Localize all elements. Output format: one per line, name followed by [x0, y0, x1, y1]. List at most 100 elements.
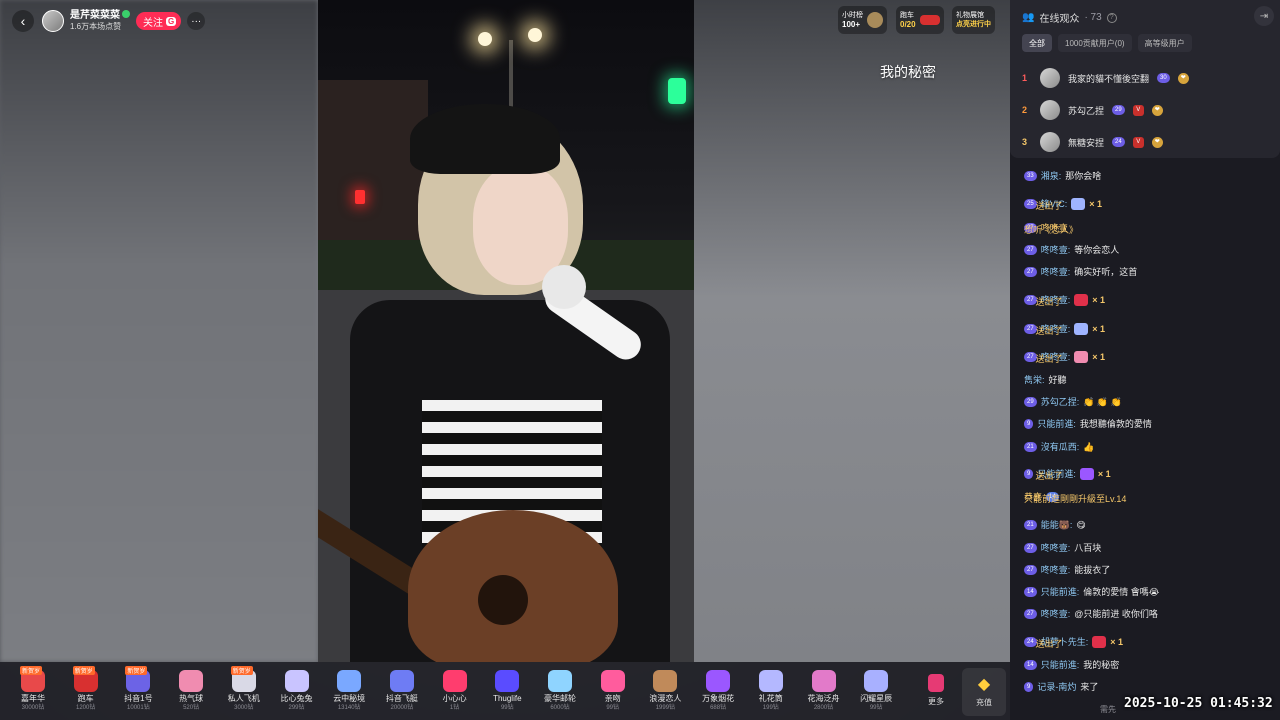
collapse-panel-button[interactable]: ⇥: [1254, 6, 1274, 26]
follow-button[interactable]: 关注 G: [136, 12, 182, 30]
audience-panel: 👥 在线观众 · 73 ? ⇥ 全部 1000贡献用户(0) 高等级用户 1 我家…: [1010, 0, 1280, 720]
viewer-avatar[interactable]: [1040, 68, 1060, 88]
gift-item[interactable]: Thuglife 99钻: [482, 664, 532, 718]
microphone-head: [542, 265, 586, 309]
chat-user[interactable]: 能能🐻:: [1041, 519, 1073, 531]
host-info[interactable]: 是芹菜菜菜 1.6万本场点赞 关注 G ···: [38, 7, 209, 35]
level-badge: 27: [1024, 543, 1037, 553]
viewer-avatar[interactable]: [1040, 132, 1060, 152]
tab-top-contributors[interactable]: 1000贡献用户(0): [1058, 34, 1132, 52]
gift-item[interactable]: 新贺岁 跑车 1200钻: [61, 664, 111, 718]
chat-user[interactable]: 只能前進:: [1037, 418, 1076, 430]
chat-user[interactable]: 湘泉:: [1041, 170, 1062, 182]
host-avatar[interactable]: [42, 10, 64, 32]
gift-item[interactable]: 礼花筒 199钻: [746, 664, 796, 718]
viewer-name: 我家的貓不懂後空翻: [1068, 73, 1150, 84]
gift-item[interactable]: 抖音飞艇 20000钻: [377, 664, 427, 718]
chat-text: 我想聽倫敦的愛情: [1079, 419, 1152, 429]
gift-tag: 新贺岁: [230, 666, 253, 675]
ranking-row[interactable]: 1 我家的貓不懂後空翻 30 ❤: [1022, 66, 1189, 90]
gift-item[interactable]: 新贺岁 抖音1号 10001钻: [113, 664, 163, 718]
gift-price: 30000钻: [21, 705, 45, 711]
chat-user[interactable]: 雋栄:: [1024, 374, 1045, 386]
gift-name: 闪耀星辰: [860, 694, 893, 703]
chat-user[interactable]: 记录-南灼: [1037, 681, 1076, 693]
collapse-icon: ⇥: [1259, 10, 1269, 22]
gift-icon: [600, 670, 625, 692]
timestamp-overlay: 2025-10-25 01:45:32: [1124, 696, 1273, 711]
chat-message: 29 苏勾乙捏: 👏 👏 👏: [1024, 396, 1122, 408]
chat-message: 25 锋VIC: 送出了 × 1: [1024, 198, 1102, 211]
chat-user[interactable]: 只能前進:: [1041, 586, 1080, 598]
level-badge: 33: [1024, 171, 1037, 181]
gift-item[interactable]: 新贺岁 嘉年华 30000钻: [8, 664, 58, 718]
gift-multiplier: × 1: [1092, 295, 1105, 305]
tab-all[interactable]: 全部: [1022, 34, 1052, 52]
chat-user[interactable]: 咚咚壹:: [1041, 266, 1071, 278]
gift-icon: [1092, 636, 1107, 648]
gift-item[interactable]: 热气球 520钻: [166, 664, 216, 718]
hourly-rank-widget[interactable]: 小时榜 100+: [838, 6, 887, 34]
gift-name: 嘉年华: [21, 694, 45, 703]
verified-icon: [122, 10, 130, 18]
vip-badge-icon: V: [1132, 104, 1144, 116]
recharge-button[interactable]: ◆ 充值: [962, 668, 1006, 716]
chat-user[interactable]: 咚咚壹:: [1041, 608, 1071, 620]
chat-user[interactable]: 咚咚壹:: [1041, 564, 1071, 576]
more-gifts-button[interactable]: 更多: [918, 664, 954, 718]
gift-name: 云中秘境: [333, 694, 366, 703]
viewer-avatar[interactable]: [1040, 100, 1060, 120]
chat-input-hint[interactable]: 需先: [1100, 704, 1116, 715]
level-badge: 30: [1157, 73, 1170, 83]
gift-item[interactable]: 浪漫恋人 1999钻: [640, 664, 690, 718]
help-icon[interactable]: ?: [1106, 12, 1117, 23]
gift-tag: 新贺岁: [125, 666, 148, 675]
gift-price: 199钻: [762, 705, 779, 711]
gift-item[interactable]: 亲吻 99钻: [588, 664, 638, 718]
gift-item[interactable]: 云中秘境 13140钻: [324, 664, 374, 718]
gift-tag: 新贺岁: [72, 666, 95, 675]
gift-item[interactable]: 比心兔兔 299钻: [272, 664, 322, 718]
gift-price: 1999钻: [655, 705, 676, 711]
chat-message: 27 咚咚壹: @只能前进 收你们咯: [1024, 608, 1158, 620]
gift-item[interactable]: 闪耀星辰 99钻: [851, 664, 901, 718]
gift-multiplier: × 1: [1092, 352, 1105, 362]
ranking-row[interactable]: 3 無糖安捏 24 V ❤: [1022, 130, 1163, 154]
live-video[interactable]: [318, 0, 694, 662]
ranking-row[interactable]: 2 苏勾乙捏 29 V ❤: [1022, 98, 1163, 122]
chat-user[interactable]: 只能前進:: [1041, 659, 1080, 671]
follow-label: 关注: [143, 17, 163, 29]
gift-bar: 新贺岁嘉年华 30000钻 新贺岁 跑车 1200钻 新贺岁 抖音1号 10001钻 热气球 52…: [0, 662, 1010, 720]
gift-icon: [864, 670, 889, 692]
gift-item[interactable]: 新贺岁 私人飞机 3000钻: [219, 664, 269, 718]
gift-name: 比心兔兔: [280, 694, 313, 703]
sports-car-widget[interactable]: 跑车 0/20: [896, 6, 944, 34]
audience-tabs: 全部 1000贡献用户(0) 高等级用户: [1022, 34, 1192, 52]
gift-icon: [389, 670, 414, 692]
gift-name: Thuglife: [493, 694, 522, 703]
gift-item[interactable]: 花海泛舟 2800钻: [799, 664, 849, 718]
viewer-name: 苏勾乙捏: [1068, 105, 1105, 116]
fan-badge-icon: ❤: [1151, 136, 1163, 148]
gift-item[interactable]: 豪华邮轮 6000钻: [535, 664, 585, 718]
gift-price: 299钻: [288, 705, 305, 711]
fan-badge-icon: ❤: [1151, 104, 1163, 116]
gift-icon: [442, 670, 467, 692]
gift-item[interactable]: 小心心 1钻: [430, 664, 480, 718]
back-button[interactable]: ‹: [12, 10, 34, 32]
chat-user[interactable]: 苏勾乙捏:: [1041, 396, 1080, 408]
chat-user[interactable]: 咚咚壹:: [1041, 244, 1071, 256]
chat-message: 27 咚咚壹: 确实好听，这首: [1024, 266, 1137, 278]
gift-item[interactable]: 万象烟花 688钻: [693, 664, 743, 718]
chat-user[interactable]: 咚咚壹:: [1041, 542, 1071, 554]
chat-text: 那你会啥: [1065, 171, 1102, 181]
gift-box-icon: [928, 674, 944, 692]
gift-price: 688钻: [710, 705, 727, 711]
viewer-name: 無糖安捏: [1068, 137, 1105, 148]
trophy-icon: [867, 12, 883, 28]
gift-gallery-widget[interactable]: 礼物展馆 点亮进行中: [952, 6, 995, 34]
tab-high-level-users[interactable]: 高等级用户: [1137, 34, 1192, 52]
more-options-button[interactable]: ···: [187, 12, 206, 30]
chat-user[interactable]: 沒有瓜西:: [1041, 441, 1080, 453]
guitar-sound-hole: [478, 575, 528, 625]
